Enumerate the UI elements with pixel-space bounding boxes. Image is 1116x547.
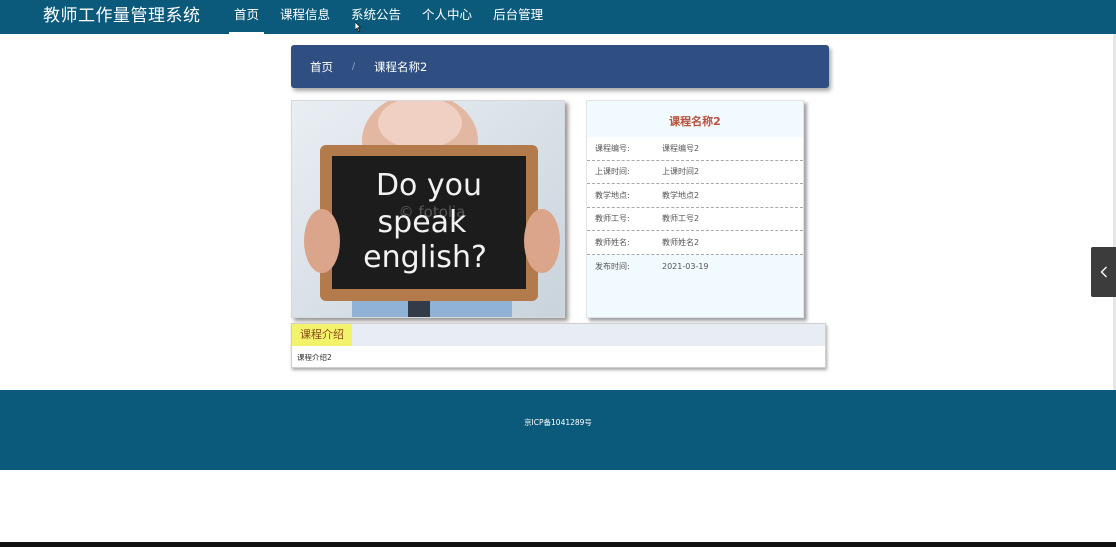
main-nav: 首页 课程信息 系统公告 个人中心 后台管理: [226, 0, 556, 34]
course-detail-panel: 课程名称2 课程编号: 课程编号2 上课时间: 上课时间2 教学地点: 教学地点…: [586, 100, 804, 318]
chevron-left-icon: [1100, 266, 1107, 278]
detail-value: 2021-03-19: [662, 261, 709, 271]
course-detail-rows: 课程编号: 课程编号2 上课时间: 上课时间2 教学地点: 教学地点2 教师工号…: [587, 137, 803, 278]
detail-value: 课程编号2: [662, 143, 700, 153]
detail-row-location: 教学地点: 教学地点2: [587, 184, 803, 208]
detail-row-teacher-name: 教师姓名: 教师姓名2: [587, 231, 803, 255]
detail-label: 上课时间:: [595, 167, 630, 177]
chalk-line-1: Do you: [376, 168, 482, 203]
chalk-line-3: english?: [363, 240, 487, 275]
course-image: Do you speak english? © fotolia: [291, 100, 565, 318]
image-watermark: © fotolia: [399, 203, 466, 221]
nav-announcements[interactable]: 系统公告: [343, 0, 409, 34]
detail-row-teacher-id: 教师工号: 教师工号2: [587, 208, 803, 231]
breadcrumb-current: 课程名称2: [374, 59, 428, 74]
nav-home[interactable]: 首页: [226, 0, 267, 34]
intro-content: 课程介绍2: [297, 353, 332, 362]
detail-row-course-id: 课程编号: 课程编号2: [587, 137, 803, 161]
page-footer: 京ICP备1041289号: [0, 390, 1116, 470]
nav-courses[interactable]: 课程信息: [272, 0, 338, 34]
intro-tab[interactable]: 课程介绍: [292, 324, 352, 346]
detail-value: 教师姓名2: [662, 237, 700, 247]
detail-label: 教师姓名:: [595, 237, 630, 247]
detail-label: 课程编号:: [595, 143, 630, 153]
course-title: 课程名称2: [669, 115, 721, 128]
side-collapse-button[interactable]: [1091, 247, 1116, 297]
nav-personal-center[interactable]: 个人中心: [414, 0, 480, 34]
nav-admin[interactable]: 后台管理: [485, 0, 551, 34]
detail-label: 教学地点:: [595, 190, 630, 200]
icp-record: 京ICP备1041289号: [524, 418, 592, 427]
detail-label: 发布时间:: [595, 261, 630, 271]
course-intro-section: 课程介绍 课程介绍2: [291, 323, 826, 368]
detail-value: 教学地点2: [662, 190, 700, 200]
detail-row-publish-time: 发布时间: 2021-03-19: [587, 254, 803, 278]
detail-value: 教师工号2: [662, 214, 700, 224]
bottom-border: [0, 542, 1116, 547]
site-brand[interactable]: 教师工作量管理系统: [43, 4, 201, 28]
breadcrumb-separator: /: [352, 61, 356, 72]
detail-value: 上课时间2: [662, 167, 700, 177]
breadcrumb-home[interactable]: 首页: [310, 59, 333, 75]
breadcrumb: 首页 / 课程名称2: [291, 45, 829, 88]
detail-row-class-time: 上课时间: 上课时间2: [587, 161, 803, 184]
intro-header: 课程介绍: [292, 324, 825, 346]
mouse-cursor-icon: [355, 22, 361, 32]
detail-label: 教师工号:: [595, 214, 630, 224]
top-nav-bar: 教师工作量管理系统 首页 课程信息 系统公告 个人中心 后台管理: [0, 0, 1116, 34]
